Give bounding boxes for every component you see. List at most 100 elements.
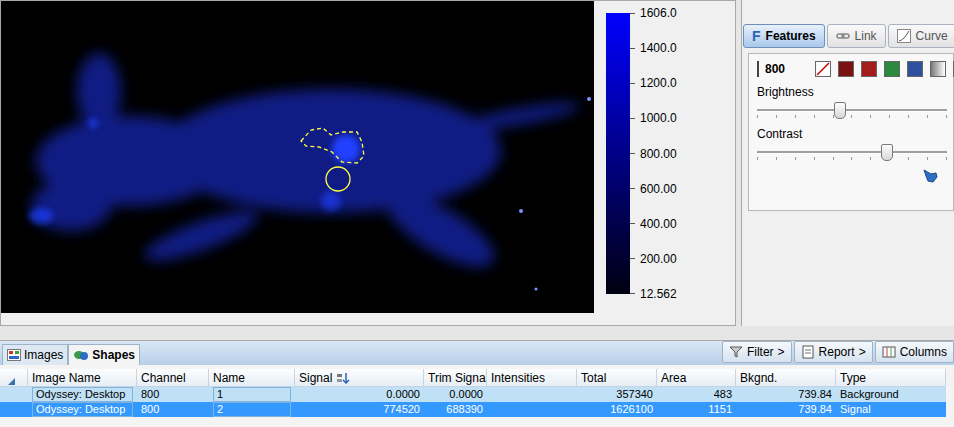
corner-icon	[8, 378, 15, 385]
color-swatch[interactable]	[930, 61, 946, 77]
toolbar-button[interactable]: Report>	[794, 341, 873, 363]
scale-tick	[630, 293, 635, 294]
scale-tick	[630, 223, 635, 224]
toolbar-button[interactable]: Columns	[875, 341, 954, 363]
slider-tick	[795, 115, 796, 118]
columns-icon	[882, 345, 896, 359]
row-indicator	[0, 387, 28, 402]
panel-tab[interactable]: Curve	[888, 24, 954, 48]
column-header[interactable]: Trim Signal	[424, 369, 487, 387]
scale-tick	[630, 48, 635, 49]
panel-tab-label: Curve	[916, 29, 948, 43]
scale-label: 1200.0	[640, 76, 677, 90]
scale-tick	[630, 153, 635, 154]
column-header[interactable]: Channel	[137, 369, 209, 387]
table-cell[interactable]: 2	[209, 402, 295, 417]
table-cell	[487, 387, 577, 402]
freehand-roi[interactable]	[301, 128, 364, 163]
slash-icon	[816, 62, 830, 76]
scale-label: 1000.0	[640, 111, 677, 125]
slider-thumb[interactable]	[881, 144, 893, 161]
panel-tab[interactable]: FFeatures	[743, 24, 825, 48]
color-swatch[interactable]	[838, 61, 854, 77]
color-swatch[interactable]	[861, 61, 877, 77]
cell-editor[interactable]: Odyssey: Desktop	[32, 387, 133, 402]
column-header[interactable]: Bkgnd.	[736, 369, 836, 387]
table-cell: 739.84	[736, 402, 836, 417]
column-header[interactable]: Type	[836, 369, 946, 387]
slider-tick	[889, 115, 890, 118]
toolbar-button-label: Columns	[900, 345, 947, 359]
table-cell: 0.0000	[295, 387, 424, 402]
column-label: Bkgnd.	[740, 369, 777, 387]
slider-tick	[927, 115, 928, 118]
pane-tab[interactable]: Images	[2, 344, 68, 365]
scale-labels: 1606.01400.01200.01000.0800.00600.00400.…	[640, 13, 677, 294]
hand-pointer-icon	[921, 167, 939, 183]
scale-tick	[630, 83, 635, 84]
slider-tick	[814, 157, 815, 160]
slider-tick	[870, 157, 871, 160]
column-header[interactable]: Total	[577, 369, 657, 387]
column-label: Area	[661, 369, 686, 387]
fluorescence-image[interactable]	[1, 1, 594, 313]
pane-tab[interactable]: Shapes	[68, 344, 140, 365]
channel-settings: 800 Brightness Contrast	[748, 53, 954, 211]
shapes-table: Image NameChannelNameSignalTrim SignalIn…	[0, 369, 954, 417]
color-swatch[interactable]	[953, 61, 954, 77]
sort-icon	[336, 372, 350, 384]
column-label: Signal	[299, 369, 332, 387]
scale-label: 12.562	[640, 287, 677, 301]
slider-thumb[interactable]	[834, 102, 846, 119]
color-swatch[interactable]	[907, 61, 923, 77]
toolbar-button-label: Filter	[747, 345, 774, 359]
table-cell: 1626100	[577, 402, 657, 417]
toolbar-button[interactable]: Filter>	[722, 341, 792, 363]
slider-tick	[946, 157, 947, 160]
column-header[interactable]: Intensities	[487, 369, 577, 387]
no-color-swatch[interactable]	[815, 61, 831, 77]
scale-label: 1400.0	[640, 41, 677, 55]
column-label: Type	[840, 369, 866, 387]
images-icon	[7, 349, 21, 361]
table-cell: 0.0000	[424, 387, 487, 402]
column-header[interactable]	[0, 369, 28, 387]
slider-tick	[776, 115, 777, 118]
cell-editor[interactable]: Odyssey: Desktop	[32, 402, 133, 417]
panel-tab[interactable]: Link	[827, 24, 886, 48]
circle-roi[interactable]	[326, 167, 350, 191]
column-label: Trim Signal	[428, 369, 487, 387]
column-header[interactable]: Signal	[295, 369, 424, 387]
pane-tab-label: Images	[24, 348, 63, 362]
color-scale-bar	[606, 13, 630, 294]
features-panel: FFeaturesLink Curve 800 Brightness Contrast	[741, 0, 954, 326]
channel-row: 800	[757, 61, 953, 77]
column-header[interactable]: Image Name	[28, 369, 137, 387]
slider-tick	[851, 157, 852, 160]
color-swatch[interactable]	[884, 61, 900, 77]
table-cell: Signal	[836, 402, 946, 417]
slider-tick	[851, 115, 852, 118]
color-scale: 1606.01400.01200.01000.0800.00600.00400.…	[606, 13, 677, 294]
table-cell[interactable]: 1	[209, 387, 295, 402]
curve-icon	[897, 29, 911, 43]
channel-swatch	[757, 61, 759, 77]
filter-icon	[729, 345, 743, 359]
cell-editor[interactable]: 2	[213, 402, 291, 417]
table-cell: 800	[137, 402, 209, 417]
slider-label: Contrast	[757, 127, 953, 141]
shapes-pane: Images Shapes Filter>Report> Columns Image N…	[0, 340, 954, 427]
scale-label: 200.00	[640, 252, 677, 266]
column-label: Image Name	[32, 369, 101, 387]
row-indicator	[0, 402, 28, 417]
column-header[interactable]: Area	[657, 369, 736, 387]
slider-track[interactable]	[757, 143, 947, 161]
scale-tick	[630, 258, 635, 259]
scale-label: 1606.0	[640, 6, 677, 20]
slider-label: Brightness	[757, 85, 953, 99]
slider-tick	[757, 115, 758, 118]
shapes-icon	[73, 349, 89, 361]
cell-editor[interactable]: 1	[213, 387, 291, 402]
column-header[interactable]: Name	[209, 369, 295, 387]
slider-track[interactable]	[757, 101, 947, 119]
